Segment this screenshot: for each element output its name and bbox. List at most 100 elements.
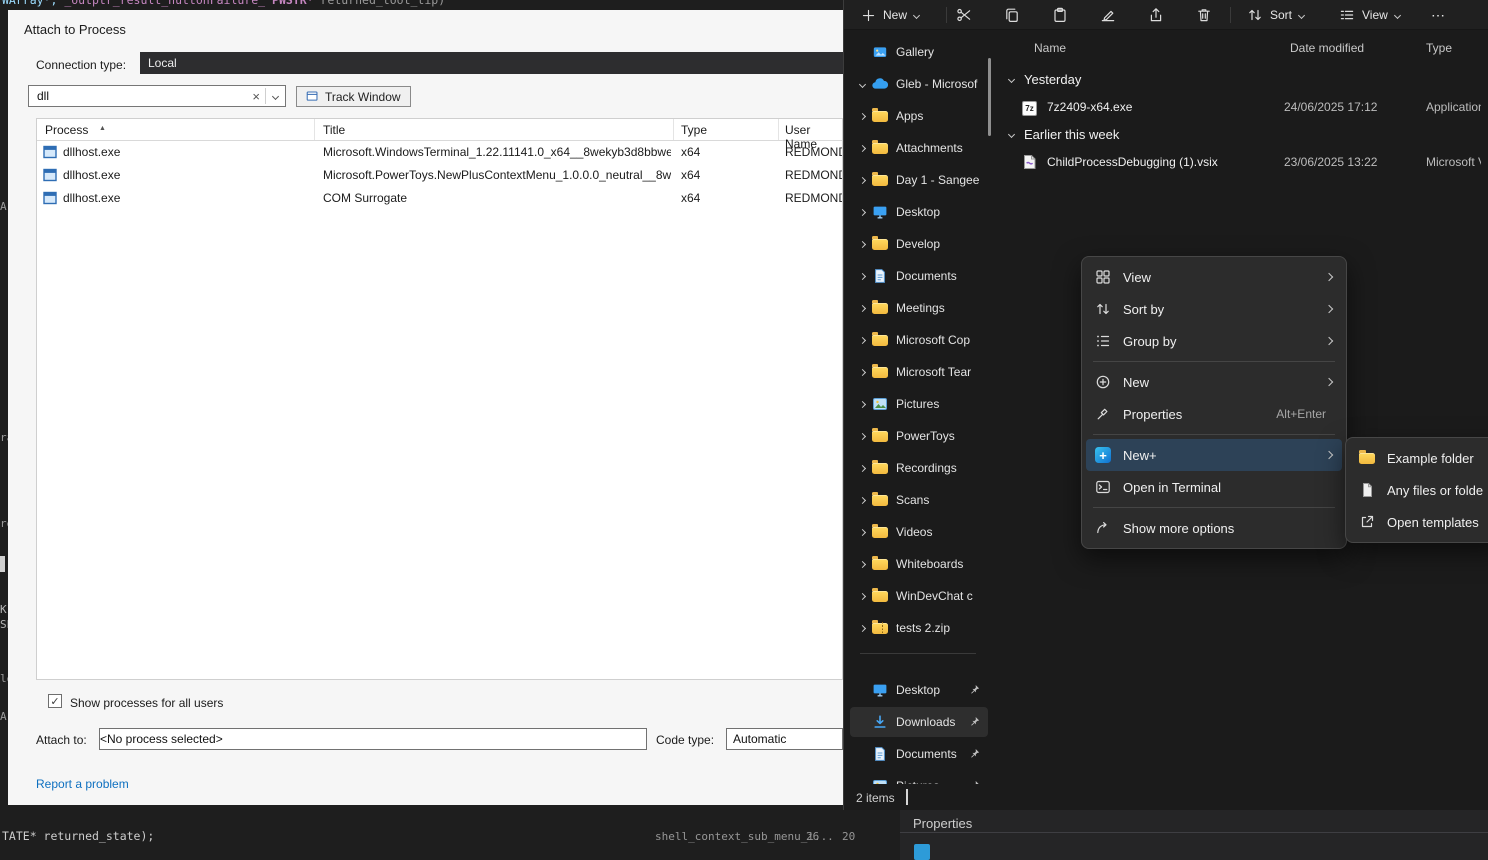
sidebar-item-microsoft-tear[interactable]: Microsoft Tear	[850, 357, 988, 387]
chevron-right-icon[interactable]	[855, 370, 870, 375]
clear-filter-icon[interactable]: ×	[247, 89, 265, 104]
sidebar-item-windevchat[interactable]: WinDevChat c	[850, 581, 988, 611]
sidebar-item-gallery[interactable]: Gallery	[850, 37, 988, 67]
downloads-icon	[870, 714, 889, 730]
sidebar-item-develop[interactable]: Develop	[850, 229, 988, 259]
context-menu-item-show-more[interactable]: Show more options	[1086, 512, 1342, 544]
column-header-modified[interactable]: Date modified	[1290, 41, 1364, 55]
submenu-item-any-files[interactable]: Any files or folde	[1350, 474, 1488, 506]
chevron-right-icon[interactable]	[855, 274, 870, 279]
chevron-right-icon[interactable]	[855, 562, 870, 567]
show-all-users-checkbox[interactable]	[48, 694, 62, 708]
file-row-7z[interactable]: 7z 7z2409-x64.exe 24/06/2025 17:12 Appli…	[1009, 96, 1479, 120]
cut-button[interactable]	[952, 3, 976, 27]
sort-ascending-icon: ▲	[99, 125, 106, 132]
track-window-button[interactable]: Track Window	[296, 86, 411, 107]
process-row[interactable]: dllhost.exe COM Surrogate x64 REDMOND	[37, 187, 842, 210]
code-token: _outptr_result_nuttonFailure_	[64, 0, 265, 7]
attach-to-field[interactable]	[99, 728, 647, 750]
context-menu-item-view[interactable]: View	[1086, 261, 1342, 293]
sidebar-item-desktop[interactable]: Desktop	[850, 197, 988, 227]
column-header-type[interactable]: Type	[1426, 41, 1452, 55]
chevron-right-icon[interactable]	[855, 498, 870, 503]
sidebar-item-attachments[interactable]: Attachments	[850, 133, 988, 163]
sidebar-item-pictures[interactable]: Pictures	[850, 389, 988, 419]
group-header-earlier[interactable]: Earlier this week	[1009, 125, 1119, 143]
sort-button[interactable]: Sort	[1238, 3, 1313, 27]
new-button[interactable]: New	[852, 3, 928, 27]
chevron-down-icon[interactable]	[855, 82, 870, 87]
report-problem-link[interactable]: Report a problem	[36, 777, 129, 791]
filter-dropdown-button[interactable]	[266, 94, 285, 99]
chevron-right-icon[interactable]	[855, 530, 870, 535]
code-token: returned_toot_tip)	[321, 0, 446, 7]
rename-button[interactable]	[1096, 3, 1120, 27]
sidebar-pinned-downloads[interactable]: Downloads	[850, 707, 988, 737]
chevron-right-icon[interactable]	[855, 114, 870, 119]
column-header-title[interactable]: Title	[323, 123, 345, 137]
column-header-type[interactable]: Type	[681, 123, 707, 137]
chevron-right-icon[interactable]	[855, 402, 870, 407]
sidebar-item-whiteboards[interactable]: Whiteboards	[850, 549, 988, 579]
sidebar-item-tests-zip[interactable]: tests 2.zip	[850, 613, 988, 643]
column-header-name[interactable]: Name	[1034, 41, 1066, 55]
sidebar-item-powertoys[interactable]: PowerToys	[850, 421, 988, 451]
file-modified: 24/06/2025 17:12	[1284, 100, 1414, 114]
context-menu-item-properties[interactable]: Properties Alt+Enter	[1086, 398, 1342, 430]
connection-type-combo[interactable]: Local	[140, 52, 843, 74]
chevron-right-icon[interactable]	[855, 146, 870, 151]
menu-separator	[1093, 434, 1335, 435]
more-options-button[interactable]: ⋯	[1426, 3, 1450, 27]
chevron-right-icon[interactable]	[855, 210, 870, 215]
user-cell: REDMOND	[785, 168, 843, 182]
explorer-status-bar: 2 items	[844, 784, 1488, 810]
sidebar-pinned-documents[interactable]: Documents	[850, 739, 988, 769]
context-menu-item-newplus[interactable]: + New+	[1086, 439, 1342, 471]
chevron-right-icon[interactable]	[855, 306, 870, 311]
sidebar-item-apps[interactable]: Apps	[850, 101, 988, 131]
folder-icon	[870, 111, 889, 122]
file-row-vsix[interactable]: ChildProcessDebugging (1).vsix 23/06/202…	[1009, 151, 1479, 175]
chevron-right-icon[interactable]	[855, 338, 870, 343]
chevron-right-icon[interactable]	[855, 594, 870, 599]
sidebar-item-microsoft-cop[interactable]: Microsoft Cop	[850, 325, 988, 355]
submenu-item-example-folder[interactable]: Example folder	[1350, 442, 1488, 474]
copy-button[interactable]	[1000, 3, 1024, 27]
submenu-item-open-templates[interactable]: Open templates	[1350, 506, 1488, 538]
process-filter-input[interactable]	[29, 89, 247, 103]
code-type-combo[interactable]: Automatic	[726, 728, 843, 750]
sidebar-item-videos[interactable]: Videos	[850, 517, 988, 547]
screen: WArray*, _outptr_result_nuttonFailure_ P…	[0, 0, 1488, 860]
view-button[interactable]: View	[1330, 3, 1409, 27]
pictures-icon	[870, 396, 889, 412]
context-menu-item-sort-by[interactable]: Sort by	[1086, 293, 1342, 325]
chevron-right-icon[interactable]	[855, 466, 870, 471]
context-menu-item-new[interactable]: New	[1086, 366, 1342, 398]
sidebar-item-meetings[interactable]: Meetings	[850, 293, 988, 323]
process-table-header[interactable]: Process ▲ Title Type User Name	[37, 119, 842, 141]
sidebar-item-day1[interactable]: Day 1 - Sangee	[850, 165, 988, 195]
share-button[interactable]	[1144, 3, 1168, 27]
delete-button[interactable]	[1192, 3, 1216, 27]
process-row[interactable]: dllhost.exe Microsoft.PowerToys.NewPlusC…	[37, 164, 842, 187]
sidebar-item-scans[interactable]: Scans	[850, 485, 988, 515]
chevron-right-icon[interactable]	[855, 178, 870, 183]
chevron-right-icon[interactable]	[855, 242, 870, 247]
sidebar-item-onedrive[interactable]: Gleb - Microsof	[850, 69, 988, 99]
chevron-right-icon[interactable]	[855, 626, 870, 631]
sidebar-pinned-desktop[interactable]: Desktop	[850, 675, 988, 705]
context-menu-item-open-terminal[interactable]: Open in Terminal	[1086, 471, 1342, 503]
process-row[interactable]: dllhost.exe Microsoft.WindowsTerminal_1.…	[37, 141, 842, 164]
column-header-process[interactable]: Process	[45, 123, 88, 137]
new-button-label: New	[883, 8, 907, 22]
sidebar-item-recordings[interactable]: Recordings	[850, 453, 988, 483]
chevron-right-icon[interactable]	[855, 434, 870, 439]
sidebar-item-documents[interactable]: Documents	[850, 261, 988, 291]
sidebar-scrollbar[interactable]	[988, 58, 991, 136]
show-all-users-label: Show processes for all users	[70, 696, 223, 710]
context-menu-item-group-by[interactable]: Group by	[1086, 325, 1342, 357]
plus-icon	[861, 8, 876, 23]
group-header-yesterday[interactable]: Yesterday	[1009, 70, 1081, 88]
title-cell: Microsoft.WindowsTerminal_1.22.11141.0_x…	[323, 145, 671, 159]
paste-button[interactable]	[1048, 3, 1072, 27]
